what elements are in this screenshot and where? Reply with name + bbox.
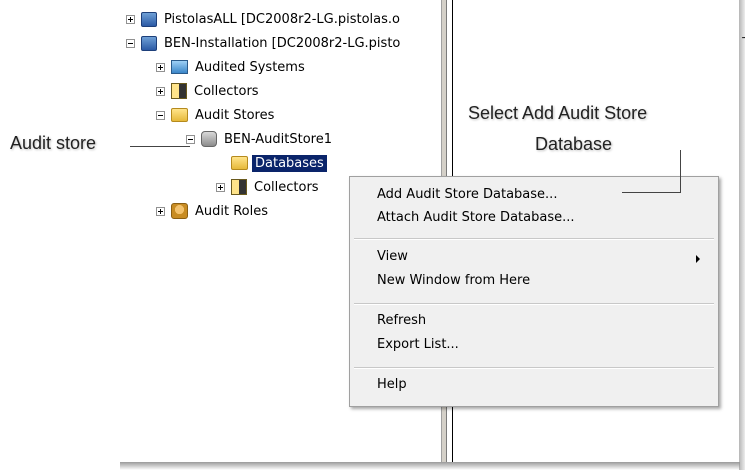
expand-icon[interactable] [156,62,165,72]
menu-item-help[interactable]: Help [377,377,407,392]
expand-icon[interactable] [126,14,135,24]
tree-node-label: Databases [252,154,327,172]
tree-node-audited-systems[interactable]: Audited Systems [156,56,308,78]
annotation-select-line2: Database [535,134,613,154]
audit-store-icon [201,131,217,147]
tree-node-audit-roles[interactable]: Audit Roles [156,200,271,222]
audit-roles-icon [171,203,188,219]
audited-systems-icon [171,60,188,74]
tree-node-collectors[interactable]: Collectors [156,80,262,102]
collectors-icon [171,83,187,99]
folder-icon [171,108,188,122]
menu-item-refresh[interactable]: Refresh [377,313,426,328]
menu-item-export-list[interactable]: Export List... [377,337,459,352]
collectors-icon [231,179,247,195]
menu-item-new-window-from-here[interactable]: New Window from Here [377,273,530,288]
tree-node-label: PistolasALL [DC2008r2-LG.pistolas.o [164,11,400,27]
menu-separator [354,367,714,369]
collapse-icon[interactable] [186,134,195,144]
server-icon [141,11,157,27]
tree-node-label: BEN-AuditStore1 [224,131,332,147]
server-icon [141,35,157,51]
tree-node-databases[interactable]: Databases [231,152,327,174]
tree-node-store-collectors[interactable]: Collectors [216,176,322,198]
expand-icon[interactable] [156,206,165,216]
tree-node-label: Audited Systems [195,59,305,75]
menu-separator [354,238,714,240]
window-shadow [120,462,740,470]
tree-node-pistolasall[interactable]: PistolasALL [DC2008r2-LG.pistolas.o [126,8,403,30]
tree-node-label: Collectors [254,179,319,195]
collapse-icon[interactable] [126,38,135,48]
annotation-audit-store: Audit store [10,133,97,153]
context-menu: Add Audit Store Database... Attach Audit… [349,176,719,407]
tree-node-ben-auditstore1[interactable]: BEN-AuditStore1 [186,128,335,150]
expand-icon[interactable] [216,182,225,192]
annotation-leader-line [622,192,681,193]
collapse-icon[interactable] [156,110,165,120]
folder-icon [231,156,248,170]
submenu-arrow-icon [696,255,700,263]
tree-node-audit-stores[interactable]: Audit Stores [156,104,277,126]
menu-item-view[interactable]: View [377,249,408,264]
menu-item-add-audit-store-database[interactable]: Add Audit Store Database... [377,187,557,202]
window-shadow-right [739,0,745,470]
tree-node-label: BEN-Installation [DC2008r2-LG.pisto [164,35,401,51]
tree-node-label: Audit Roles [195,203,269,219]
menu-separator [354,303,714,305]
expand-icon[interactable] [156,86,165,96]
annotation-leader-line [130,146,190,147]
annotation-select-line1: Select Add Audit Store [468,103,648,123]
tree-node-label: Collectors [194,83,259,99]
tree-node-ben-installation[interactable]: BEN-Installation [DC2008r2-LG.pisto [126,32,403,54]
annotation-leader-line [680,150,681,192]
tree-node-label: Audit Stores [195,107,275,123]
menu-item-attach-audit-store-database[interactable]: Attach Audit Store Database... [377,210,575,225]
